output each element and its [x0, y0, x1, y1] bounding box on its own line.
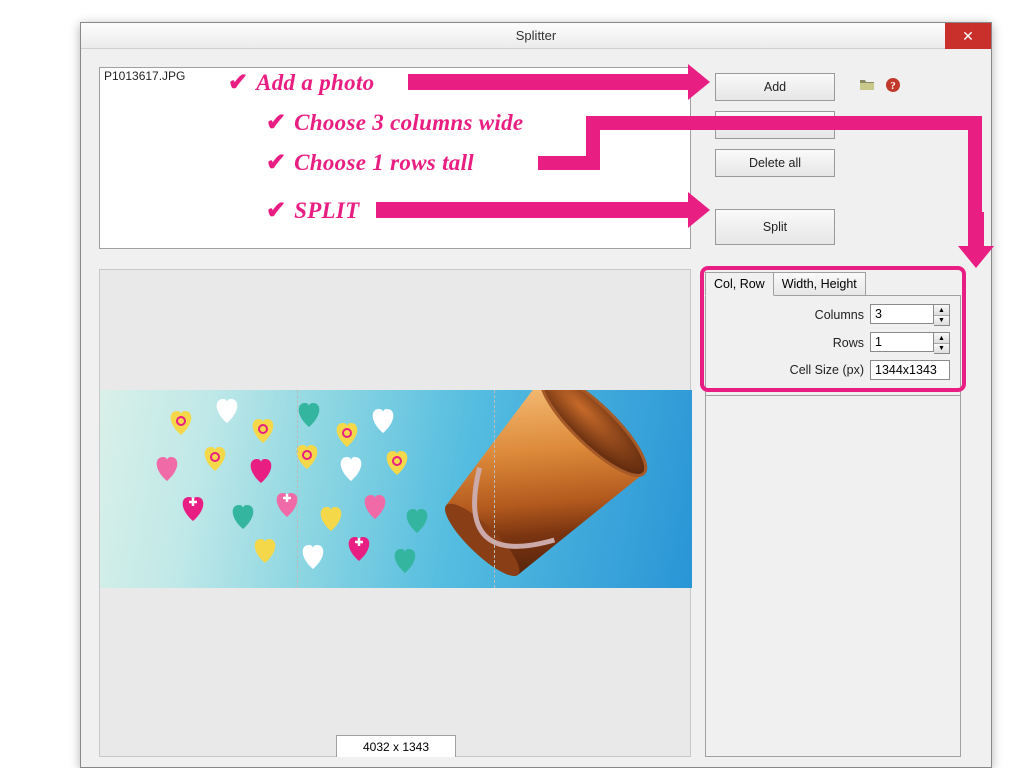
- arrow-step3-join: [586, 116, 600, 170]
- arrow-step2-head: [968, 212, 984, 248]
- annotation-step4-text: SPLIT: [294, 198, 359, 224]
- window-content: P1013617.JPG Add Delete Delete all Split…: [81, 49, 991, 767]
- checkmark-icon: ✔: [266, 111, 286, 135]
- split-guide-1: [297, 390, 298, 588]
- svg-text:?: ?: [890, 80, 896, 92]
- delete-all-button[interactable]: Delete all: [715, 149, 835, 177]
- folder-icon[interactable]: [859, 77, 875, 93]
- close-button[interactable]: ✕: [945, 23, 991, 49]
- add-button[interactable]: Add: [715, 73, 835, 101]
- hearts-graphic: [100, 390, 692, 588]
- annotation-step2: ✔ Choose 3 columns wide: [266, 110, 523, 136]
- arrow-to-add: [408, 74, 690, 90]
- close-icon: ✕: [962, 28, 974, 45]
- annotation-step4: ✔ SPLIT: [266, 198, 360, 224]
- annotation-step1: ✔ Add a photo: [228, 70, 374, 96]
- splitter-window: Splitter ✕ P1013617.JPG Add Delete Delet…: [80, 22, 992, 768]
- annotation-step1-text: Add a photo: [256, 70, 374, 96]
- titlebar: Splitter ✕: [81, 23, 991, 49]
- tab-col-row[interactable]: Col, Row: [705, 272, 774, 296]
- checkmark-icon: ✔: [266, 151, 286, 175]
- split-button[interactable]: Split: [715, 209, 835, 245]
- annotation-step3-text: Choose 1 rows tall: [294, 150, 474, 176]
- window-title: Splitter: [516, 28, 556, 43]
- preview-dimensions: 4032 x 1343: [336, 735, 456, 757]
- image-preview-area: 4032 x 1343: [99, 269, 691, 757]
- arrow-step2-h: [586, 116, 982, 130]
- checkmark-icon: ✔: [266, 199, 286, 223]
- arrow-step2-v: [968, 116, 982, 212]
- checkmark-icon: ✔: [228, 71, 248, 95]
- arrow-to-split: [376, 202, 690, 218]
- image-preview: [100, 390, 692, 588]
- annotation-step3: ✔ Choose 1 rows tall: [266, 150, 474, 176]
- right-side-panel: [705, 395, 961, 757]
- help-icon[interactable]: ?: [885, 77, 901, 93]
- annotation-step2-text: Choose 3 columns wide: [294, 110, 523, 136]
- split-guide-2: [494, 390, 495, 588]
